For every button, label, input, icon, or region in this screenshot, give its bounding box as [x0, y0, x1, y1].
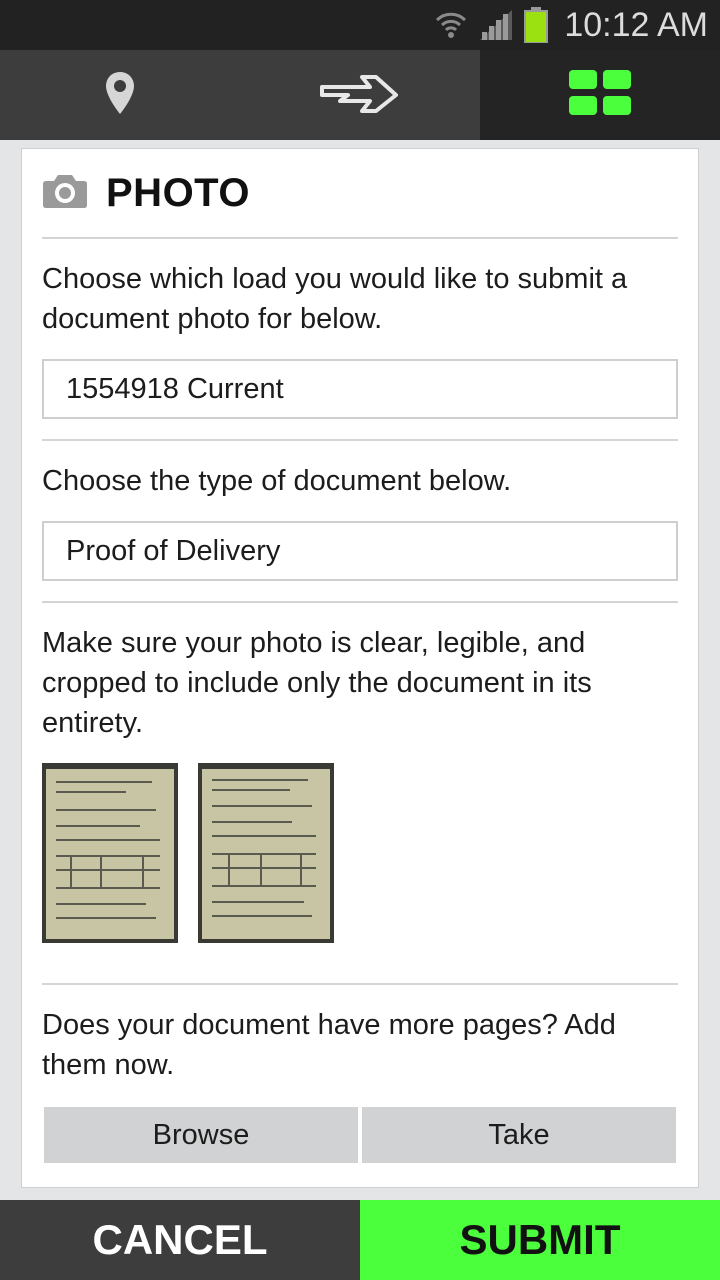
photo-card: PHOTO Choose which load you would like t…	[21, 148, 699, 1188]
take-photo-button[interactable]: Take	[362, 1107, 676, 1163]
tab-dashboard[interactable]	[480, 50, 720, 140]
status-bar: 10:12 AM	[0, 0, 720, 50]
battery-icon	[524, 7, 549, 43]
divider	[42, 439, 678, 441]
submit-label: SUBMIT	[459, 1216, 621, 1263]
cancel-button[interactable]: CANCEL	[0, 1200, 360, 1280]
divider	[42, 237, 678, 239]
type-prompt: Choose the type of document below.	[42, 465, 512, 497]
document-thumbnail[interactable]	[42, 763, 178, 943]
more-pages-prompt: Does your document have more pages? Add …	[42, 1009, 616, 1081]
tab-route[interactable]	[240, 50, 480, 140]
grid-icon	[569, 69, 631, 121]
browse-button[interactable]: Browse	[44, 1107, 358, 1163]
arrow-right-icon	[320, 73, 400, 118]
top-nav	[0, 50, 720, 140]
map-pin-icon	[104, 70, 136, 121]
tab-location[interactable]	[0, 50, 240, 140]
card-header: PHOTO	[42, 171, 250, 216]
load-select-value: 1554918 Current	[66, 372, 284, 405]
document-thumbnail[interactable]	[198, 763, 334, 943]
cancel-label: CANCEL	[92, 1216, 268, 1263]
divider	[42, 601, 678, 603]
wifi-icon	[434, 8, 468, 42]
submit-button[interactable]: SUBMIT	[360, 1200, 720, 1280]
document-type-select[interactable]: Proof of Delivery	[42, 521, 678, 581]
camera-icon	[42, 173, 88, 214]
photo-instruction: Make sure your photo is clear, legible, …	[42, 627, 592, 739]
load-select[interactable]: 1554918 Current	[42, 359, 678, 419]
clock: 10:12 AM	[564, 5, 708, 44]
divider	[42, 983, 678, 985]
bottom-bar: CANCEL SUBMIT	[0, 1200, 720, 1280]
document-type-value: Proof of Delivery	[66, 534, 281, 567]
load-prompt: Choose which load you would like to subm…	[42, 263, 628, 335]
page-title: PHOTO	[106, 171, 251, 215]
signal-icon	[478, 8, 514, 42]
